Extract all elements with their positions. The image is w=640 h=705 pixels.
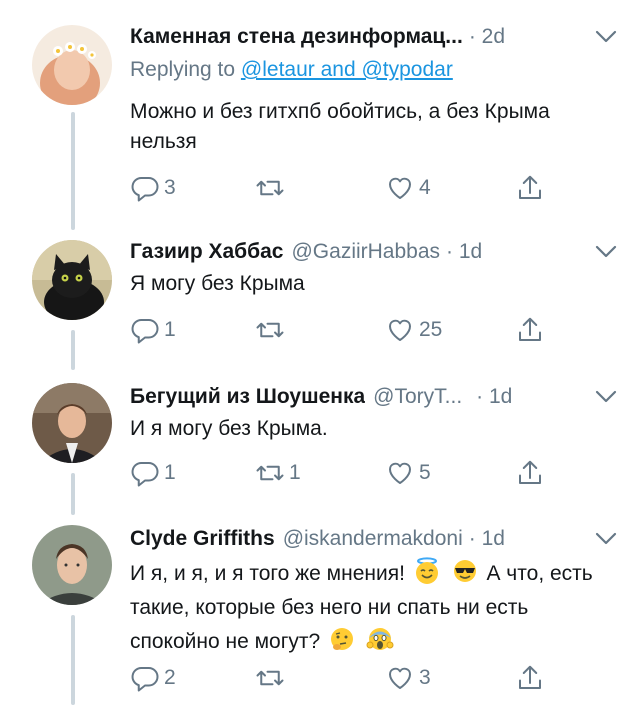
user-handle[interactable]: @iskandermakdoni — [283, 527, 463, 551]
reply-button[interactable]: 2 — [130, 662, 176, 694]
reply-button[interactable]: 3 — [130, 172, 176, 204]
black-cat-avatar[interactable] — [32, 240, 112, 320]
tweet-text: Я могу без Крыма — [130, 272, 305, 295]
heart-icon — [385, 663, 415, 693]
thread-line — [71, 473, 75, 515]
share-icon — [515, 663, 545, 693]
reply-count: 2 — [164, 666, 176, 689]
chevron-down-icon[interactable] — [592, 386, 620, 408]
like-count: 5 — [419, 461, 431, 484]
like-button[interactable]: 3 — [385, 662, 431, 694]
replying-to: Replying to @letaur and @typodar — [130, 58, 453, 82]
tweet-actions: 1 1 5 — [130, 457, 550, 489]
like-button[interactable]: 5 — [385, 457, 431, 489]
like-count: 3 — [419, 666, 431, 689]
reply-tweet[interactable]: Clyde Griffiths @iskandermakdoni · 1d И … — [0, 515, 640, 705]
reply-icon — [130, 458, 160, 488]
tweet-actions: 3 4 — [130, 172, 550, 204]
thread-line — [71, 615, 75, 705]
heart-icon — [385, 315, 415, 345]
share-icon — [515, 315, 545, 345]
tweet-text: И я могу без Крыма. — [130, 417, 328, 440]
thread-line — [71, 330, 75, 370]
reply-tweet[interactable]: Газиир Хаббас @GaziirHabbas · 1d Я могу … — [0, 225, 640, 370]
smiling-face-with-sunglasses-icon — [453, 560, 476, 582]
young-man-avatar[interactable] — [32, 525, 112, 605]
replying-to-link[interactable]: @letaur and @typodar — [241, 58, 453, 81]
share-icon — [515, 173, 545, 203]
display-name[interactable]: Каменная стена дезинформац... — [130, 25, 463, 49]
reply-button[interactable]: 1 — [130, 314, 176, 346]
retweet-button[interactable] — [255, 662, 289, 694]
heart-icon — [385, 458, 415, 488]
chevron-down-icon[interactable] — [592, 528, 620, 550]
face-screaming-in-fear-icon — [366, 628, 394, 650]
retweet-button[interactable]: 1 — [255, 457, 301, 489]
user-handle[interactable]: @ToryT... — [373, 385, 462, 409]
replying-to-label: Replying to — [130, 58, 241, 81]
retweet-icon — [255, 663, 285, 693]
like-button[interactable]: 25 — [385, 314, 442, 346]
reply-count: 1 — [164, 318, 176, 341]
retweet-icon — [255, 173, 285, 203]
reply-icon — [130, 315, 160, 345]
chevron-down-icon[interactable] — [592, 241, 620, 263]
reply-tweet[interactable]: Каменная стена дезинформац... · 2d Reply… — [0, 0, 640, 230]
share-button[interactable] — [515, 457, 545, 489]
chevron-down-icon[interactable] — [592, 26, 620, 48]
man-in-suit-avatar[interactable] — [32, 383, 112, 463]
share-icon — [515, 458, 545, 488]
tweet-text: И я, и я, и я того же мнения! А что, ест… — [130, 557, 620, 659]
timestamp[interactable]: · 2d — [469, 25, 505, 49]
tweet-text-part: И я, и я, и я того же мнения! — [130, 562, 405, 585]
tweet-actions: 2 3 — [130, 662, 550, 694]
display-name[interactable]: Газиир Хаббас — [130, 240, 283, 264]
share-button[interactable] — [515, 662, 545, 694]
thinking-face-icon — [331, 628, 354, 650]
retweet-button[interactable] — [255, 314, 289, 346]
tweet-text: Можно и без гитхпб обойтись, а без Крыма… — [130, 100, 550, 153]
timestamp[interactable]: · 1d — [476, 385, 512, 409]
reply-tweet[interactable]: Бегущий из Шоушенка @ToryT... · 1d И я м… — [0, 370, 640, 515]
display-name[interactable]: Clyde Griffiths — [130, 527, 275, 551]
retweet-count: 1 — [289, 461, 301, 484]
heart-icon — [385, 173, 415, 203]
display-name[interactable]: Бегущий из Шоушенка — [130, 385, 365, 409]
like-button[interactable]: 4 — [385, 172, 431, 204]
thread-line — [71, 112, 75, 230]
like-count: 25 — [419, 318, 443, 341]
timestamp[interactable]: · 1d — [446, 240, 482, 264]
share-button[interactable] — [515, 314, 545, 346]
timestamp[interactable]: · 1d — [469, 527, 505, 551]
flower-crown-avatar[interactable] — [32, 25, 112, 105]
share-button[interactable] — [515, 172, 545, 204]
reply-icon — [130, 663, 160, 693]
reply-count: 3 — [164, 176, 176, 199]
tweet-actions: 1 25 — [130, 314, 550, 346]
user-handle[interactable]: @GaziirHabbas — [291, 240, 440, 264]
retweet-button[interactable] — [255, 172, 289, 204]
retweet-icon — [255, 315, 285, 345]
reply-icon — [130, 173, 160, 203]
reply-count: 1 — [164, 461, 176, 484]
smiling-face-with-halo-icon — [415, 557, 438, 584]
retweet-icon — [255, 458, 285, 488]
like-count: 4 — [419, 176, 431, 199]
reply-button[interactable]: 1 — [130, 457, 176, 489]
